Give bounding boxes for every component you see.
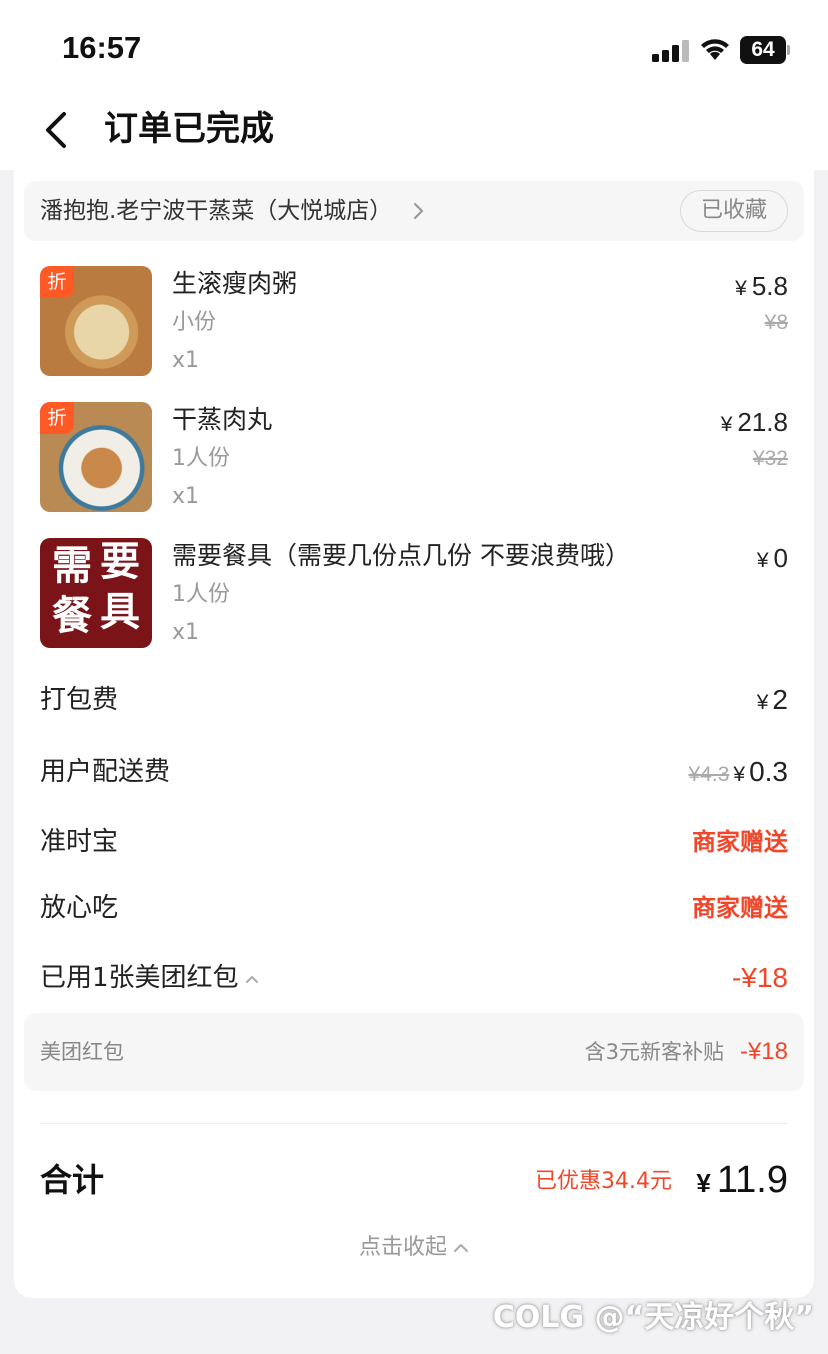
fee-label: 打包费 (40, 685, 119, 715)
discount-badge: 折 (40, 402, 74, 434)
fee-value: ¥2 (756, 684, 788, 715)
wifi-icon (701, 39, 729, 60)
item-spec: 1人份 (172, 582, 230, 607)
coupon-detail: 美团红包 含3元新客补贴 -¥18 (24, 1013, 804, 1091)
fee-label: 放心吃 (40, 893, 119, 923)
item-thumbnail: 折 (40, 266, 152, 376)
back-chevron-icon[interactable] (40, 110, 74, 150)
item-original-price: ¥32 (752, 447, 788, 470)
item-thumbnail: 折 (40, 402, 152, 512)
item-price: ¥21.8 (720, 407, 788, 437)
fee-value: ¥4.3 ¥0.3 (688, 756, 789, 787)
watermark: COLG @“天凉好个秋” (492, 1300, 814, 1335)
item-spec: 小份 (172, 310, 217, 335)
fee-value: -¥18 (731, 962, 788, 993)
delivery-original-price: ¥4.3 (688, 763, 730, 786)
total-value: ¥11.9 (696, 1159, 788, 1201)
fee-label: 用户配送费 (40, 757, 171, 787)
item-spec: 1人份 (172, 446, 230, 471)
collapse-button[interactable]: 点击收起 (0, 1228, 828, 1268)
cellular-signal-icon (652, 40, 690, 62)
page-title: 订单已完成 (104, 109, 274, 149)
chevron-up-icon (245, 975, 258, 983)
order-item[interactable]: 折 干蒸肉丸 1人份 x1 ¥21.8 ¥32 (40, 402, 788, 514)
battery-level: 64 (740, 36, 786, 64)
item-price: ¥0 (756, 543, 788, 573)
chevron-up-icon (454, 1244, 468, 1252)
favorited-button[interactable]: 已收藏 (680, 190, 788, 232)
fee-value: 商家赠送 (692, 828, 788, 856)
item-quantity: x1 (172, 484, 200, 509)
thumb-char: 要 (100, 538, 140, 585)
status-bar: 16:57 64 (0, 0, 828, 96)
shop-name[interactable]: 潘抱抱.老宁波干蒸菜（大悦城店） (40, 181, 392, 241)
thumb-char: 需 (52, 542, 92, 589)
thumb-char: 餐 (52, 592, 92, 639)
nav-bar: 订单已完成 (0, 96, 828, 170)
thumb-char: 具 (100, 588, 140, 635)
coupon-label: 美团红包 (40, 1040, 124, 1064)
status-time: 16:57 (62, 30, 142, 65)
item-price: ¥5.8 (735, 271, 788, 301)
fee-row-redpack[interactable]: 已用1张美团红包 -¥18 (40, 956, 788, 1000)
coupon-value: -¥18 (739, 1038, 788, 1065)
item-name: 需要餐具（需要几份点几份 不要浪费哦） (172, 541, 630, 570)
fee-value: 商家赠送 (692, 894, 788, 922)
fee-row-delivery: 用户配送费 ¥4.3 ¥0.3 (40, 750, 788, 794)
shop-row[interactable]: 潘抱抱.老宁波干蒸菜（大悦城店） 已收藏 (24, 181, 804, 241)
fee-row-safe-eat: 放心吃 商家赠送 (40, 886, 788, 930)
battery-icon: 64 (740, 36, 790, 64)
item-name: 生滚瘦肉粥 (172, 269, 298, 298)
item-quantity: x1 (172, 348, 200, 373)
fee-row-packing: 打包费 ¥2 (40, 678, 788, 722)
total-label: 合计 (40, 1161, 105, 1199)
item-name: 干蒸肉丸 (172, 405, 273, 434)
chevron-right-icon (413, 202, 424, 220)
saved-amount: 已优惠34.4元 (535, 1169, 672, 1194)
coupon-note: 含3元新客补贴 (584, 1040, 724, 1064)
item-thumbnail: 需 要 餐 具 (40, 538, 152, 648)
item-quantity: x1 (172, 620, 200, 645)
order-item[interactable]: 折 生滚瘦肉粥 小份 x1 ¥5.8 ¥8 (40, 266, 788, 378)
discount-badge: 折 (40, 266, 74, 298)
redpack-toggle[interactable]: 已用1张美团红包 (40, 956, 259, 1000)
order-item[interactable]: 需 要 餐 具 需要餐具（需要几份点几份 不要浪费哦） 1人份 x1 ¥0 (40, 538, 788, 650)
item-original-price: ¥8 (764, 311, 788, 334)
fee-label: 准时宝 (40, 827, 119, 857)
divider (40, 1123, 788, 1124)
fee-row-ontime: 准时宝 商家赠送 (40, 820, 788, 864)
